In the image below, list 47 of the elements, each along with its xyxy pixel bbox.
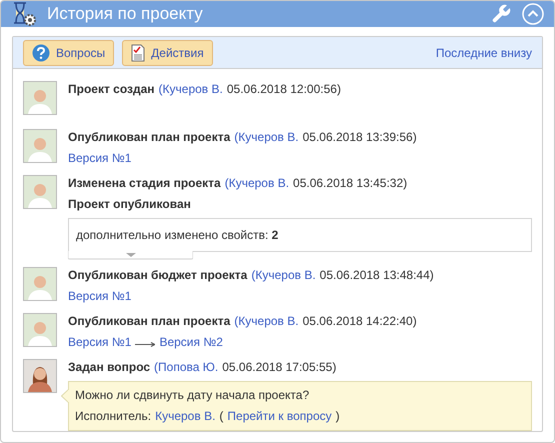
- checklist-icon: [131, 44, 146, 62]
- goto-question-link[interactable]: Перейти к вопросу: [227, 409, 332, 424]
- avatar: [23, 359, 57, 393]
- hourglass-gear-icon: [11, 1, 37, 27]
- version-link[interactable]: Версия №1: [68, 151, 132, 166]
- version-link[interactable]: Версия №1: [68, 289, 132, 304]
- wrench-icon[interactable]: [490, 3, 512, 25]
- help-icon: [32, 44, 50, 62]
- arrow-icon: [135, 342, 156, 346]
- event-title: Опубликован бюджет проекта: [68, 268, 248, 283]
- changes-text: дополнительно изменено свойств: 2: [76, 228, 278, 242]
- avatar: [23, 313, 57, 347]
- event-title: Задан вопрос: [68, 360, 150, 375]
- event-date: 05.06.2018 13:45:32): [293, 176, 408, 191]
- event-title: Проект создан: [68, 82, 155, 97]
- executor-label: Исполнитель:: [75, 409, 152, 424]
- avatar: [23, 267, 57, 301]
- event-date: 05.06.2018 17:05:55): [222, 360, 336, 375]
- questions-button[interactable]: Вопросы: [23, 40, 114, 66]
- executor-link[interactable]: Кучеров В.: [155, 409, 216, 424]
- author-link[interactable]: (Кучеров В.: [234, 314, 299, 329]
- author-link[interactable]: (Попова Ю.: [154, 360, 218, 375]
- event-title: Опубликован план проекта: [68, 130, 230, 145]
- author-link[interactable]: (Кучеров В.: [234, 130, 299, 145]
- event-date: 05.06.2018 13:39:56): [302, 130, 417, 145]
- paren-text: ): [336, 409, 340, 424]
- avatar: [23, 129, 57, 163]
- actions-button[interactable]: Действия: [122, 40, 213, 66]
- collapse-icon[interactable]: [522, 3, 544, 25]
- author-link[interactable]: (Кучеров В.: [158, 82, 223, 97]
- event-date: 05.06.2018 12:00:56): [226, 82, 341, 97]
- event-date: 05.06.2018 14:22:40): [302, 314, 417, 329]
- author-link[interactable]: (Кучеров В.: [224, 176, 290, 191]
- paren-text: (: [219, 409, 224, 424]
- avatar: [23, 81, 57, 115]
- version-link[interactable]: Версия №1: [68, 335, 132, 350]
- avatar: [23, 175, 57, 209]
- event-title: Изменена стадия проекта: [68, 176, 221, 191]
- window-title: История по проекту: [47, 4, 204, 24]
- event-date: 05.06.2018 13:48:44): [320, 268, 434, 283]
- status-text: Проект опубликован: [68, 197, 191, 212]
- order-link[interactable]: Последние внизу: [436, 46, 532, 60]
- author-link[interactable]: (Кучеров В.: [251, 268, 316, 283]
- event-title: Опубликован план проекта: [68, 314, 230, 329]
- expand-icon[interactable]: [68, 251, 193, 260]
- question-text: Можно ли сдвинуть дату начала проекта?: [75, 388, 310, 402]
- version-link[interactable]: Версия №2: [159, 335, 223, 350]
